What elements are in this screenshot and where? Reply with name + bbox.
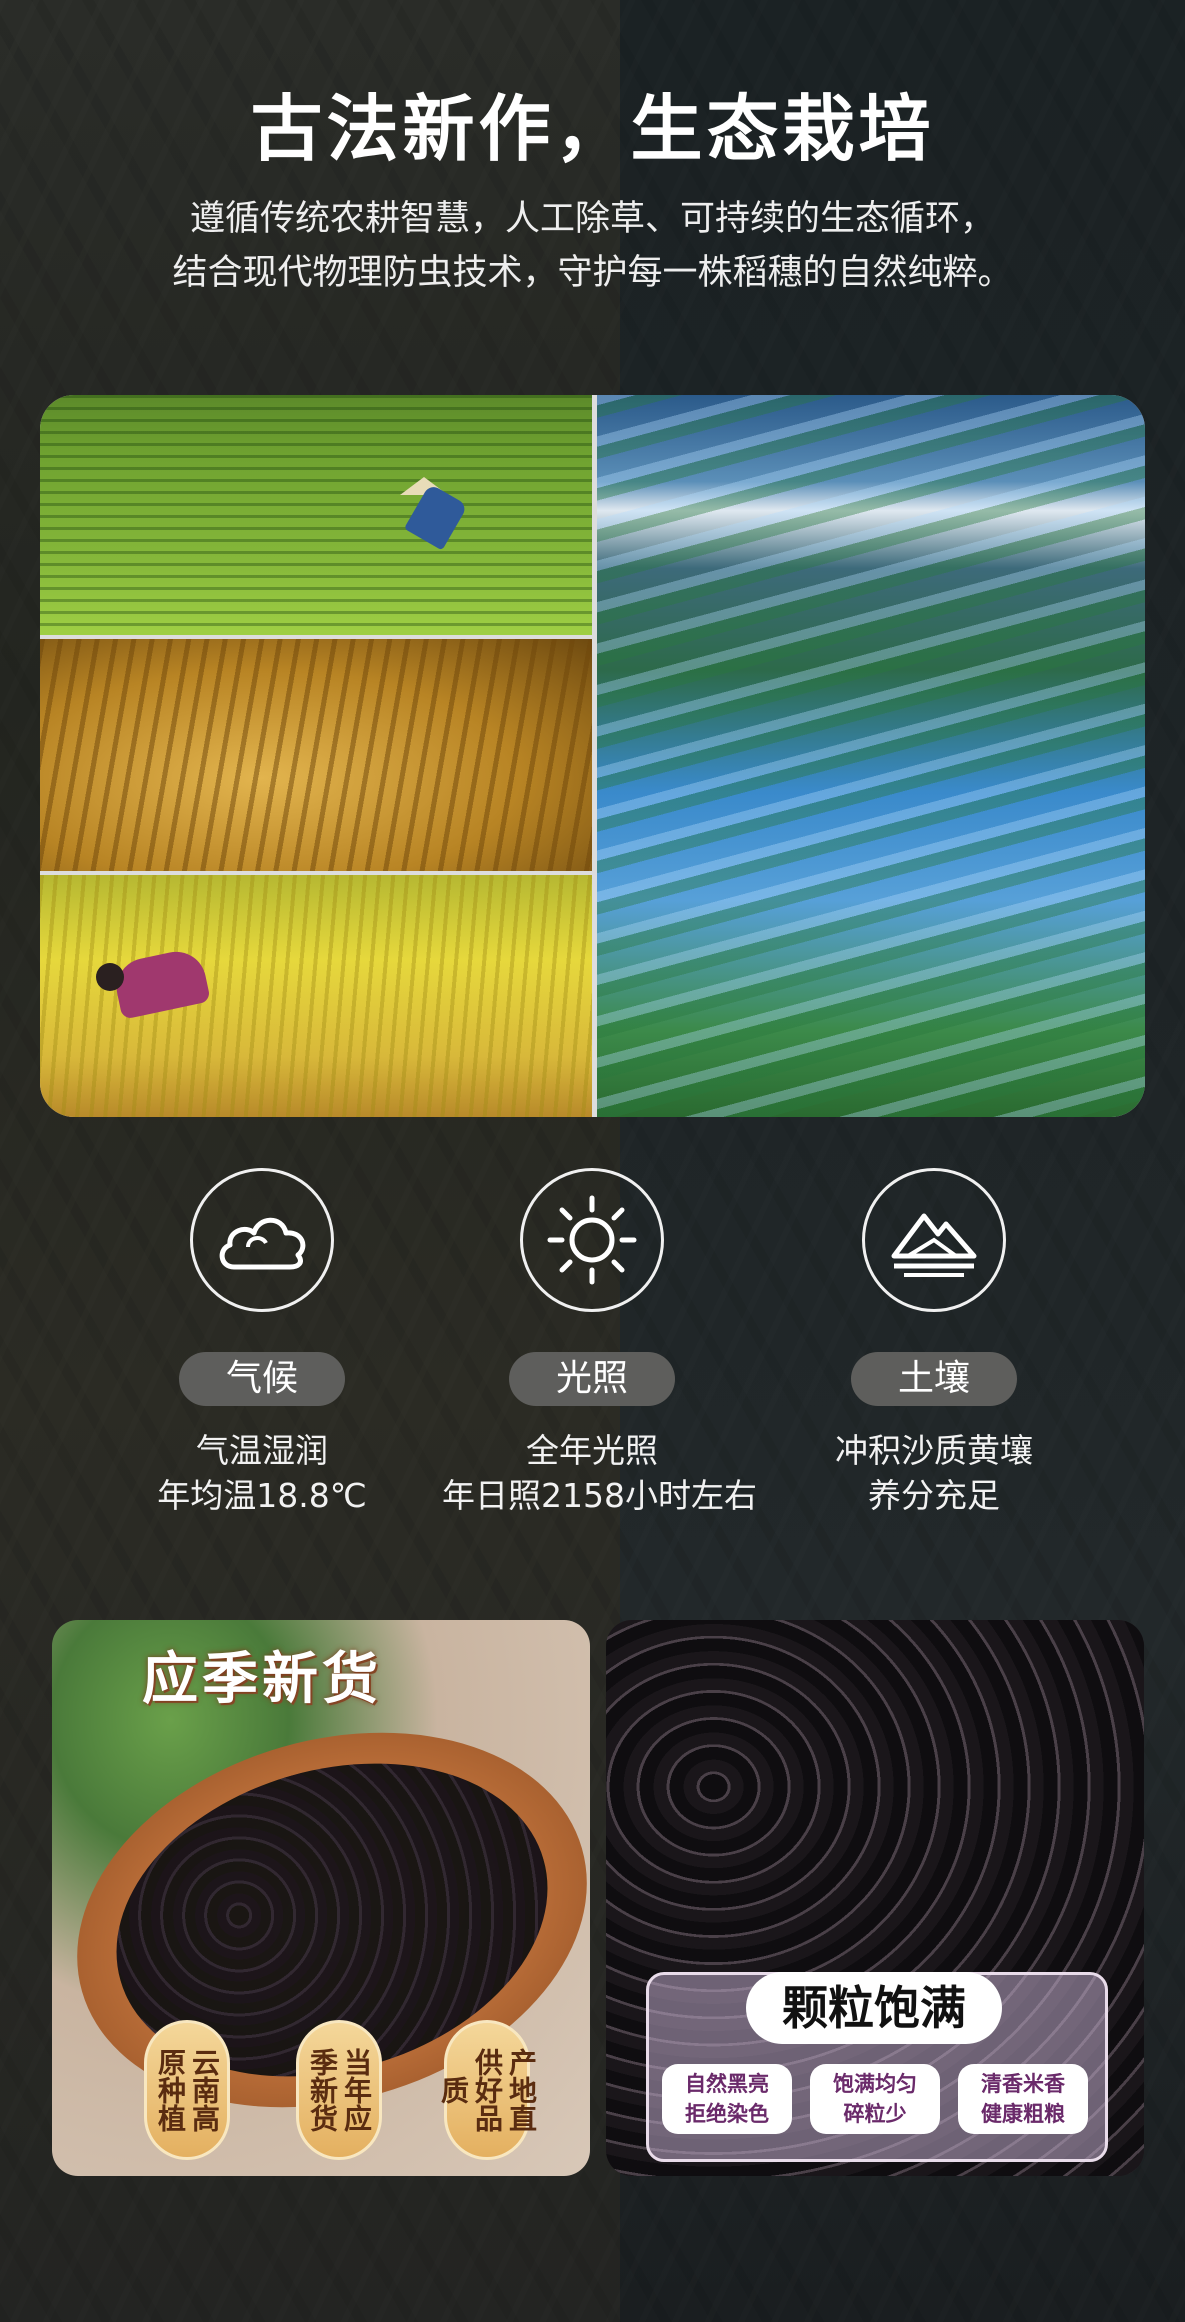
feature-climate: 气候 气温湿润 年均温18.8℃ <box>112 1168 412 1518</box>
product-headline: 应季新货 <box>142 1647 382 1712</box>
sub-tag-fragrant-line2: 健康粗粮 <box>981 2102 1065 2126</box>
sub-tag-full-line2: 碎粒少 <box>843 2102 907 2126</box>
sub-tag-natural: 自然黑亮 拒绝染色 <box>662 2064 792 2134</box>
sub-tag-full: 饱满均匀 碎粒少 <box>810 2064 940 2134</box>
mountain-icon <box>862 1168 1006 1312</box>
badge-seasonal: 当年应季新货 <box>296 2020 382 2160</box>
product-photo-scoop: 应季新货 云南高原种植 当年应季新货 产地直供好品质 <box>52 1620 590 2176</box>
cloud-icon <box>190 1168 334 1312</box>
photo-harvest-field <box>40 875 592 1117</box>
badge-origin: 云南高原种植 <box>144 2020 230 2160</box>
feature-climate-line1: 气温湿润 <box>196 1431 328 1470</box>
badge-direct-supply: 产地直供好品质 <box>437 2020 538 2160</box>
feature-climate-line2: 年均温18.8℃ <box>157 1476 367 1515</box>
feature-soil-line1: 冲积沙质黄壤 <box>835 1431 1033 1470</box>
feature-label-climate: 气候 <box>179 1352 345 1406</box>
sub-tag-full-line1: 饱满均匀 <box>833 2072 917 2096</box>
photo-golden-rice-ears <box>40 639 592 871</box>
feature-sunlight: 光照 全年光照 年日照2158小时左右 <box>442 1168 757 1518</box>
feature-label-soil: 土壤 <box>851 1352 1017 1406</box>
feature-label-sunlight: 光照 <box>509 1352 675 1406</box>
page-subtitle: 遵循传统农耕智慧，人工除草、可持续的生态循环， 结合现代物理防虫技术，守护每一株… <box>0 192 1185 300</box>
photo-farmer-green-field <box>40 395 592 635</box>
subtitle-line-2: 结合现代物理防虫技术，守护每一株稻穗的自然纯粹。 <box>172 253 1013 293</box>
page-title: 古法新作，生态栽培 <box>250 87 935 171</box>
feature-soil: 土壤 冲积沙质黄壤 养分充足 <box>784 1168 1084 1518</box>
farmer-figure <box>400 477 469 551</box>
sub-tag-natural-line1: 自然黑亮 <box>685 2072 769 2096</box>
sub-tag-fragrant-line1: 清香米香 <box>981 2072 1065 2096</box>
sub-tag-fragrant: 清香米香 健康粗粮 <box>958 2064 1088 2134</box>
subtitle-line-1: 遵循传统农耕智慧，人工除草、可持续的生态循环， <box>189 199 995 239</box>
product-tag: 颗粒饱满 <box>746 1972 1002 2044</box>
feature-soil-line2: 养分充足 <box>868 1476 1000 1515</box>
photo-collage <box>40 395 1145 1117</box>
product-photo-grains: 颗粒饱满 自然黑亮 拒绝染色 饱满均匀 碎粒少 清香米香 健康粗粮 <box>606 1620 1144 2176</box>
sub-tag-natural-line2: 拒绝染色 <box>685 2102 769 2126</box>
sun-icon <box>520 1168 664 1312</box>
feature-sunlight-line1: 全年光照 <box>526 1431 658 1470</box>
harvesting-farmer-figure <box>96 946 211 1035</box>
feature-sunlight-line2: 年日照2158小时左右 <box>442 1476 757 1515</box>
photo-rice-terraces <box>597 395 1145 1117</box>
